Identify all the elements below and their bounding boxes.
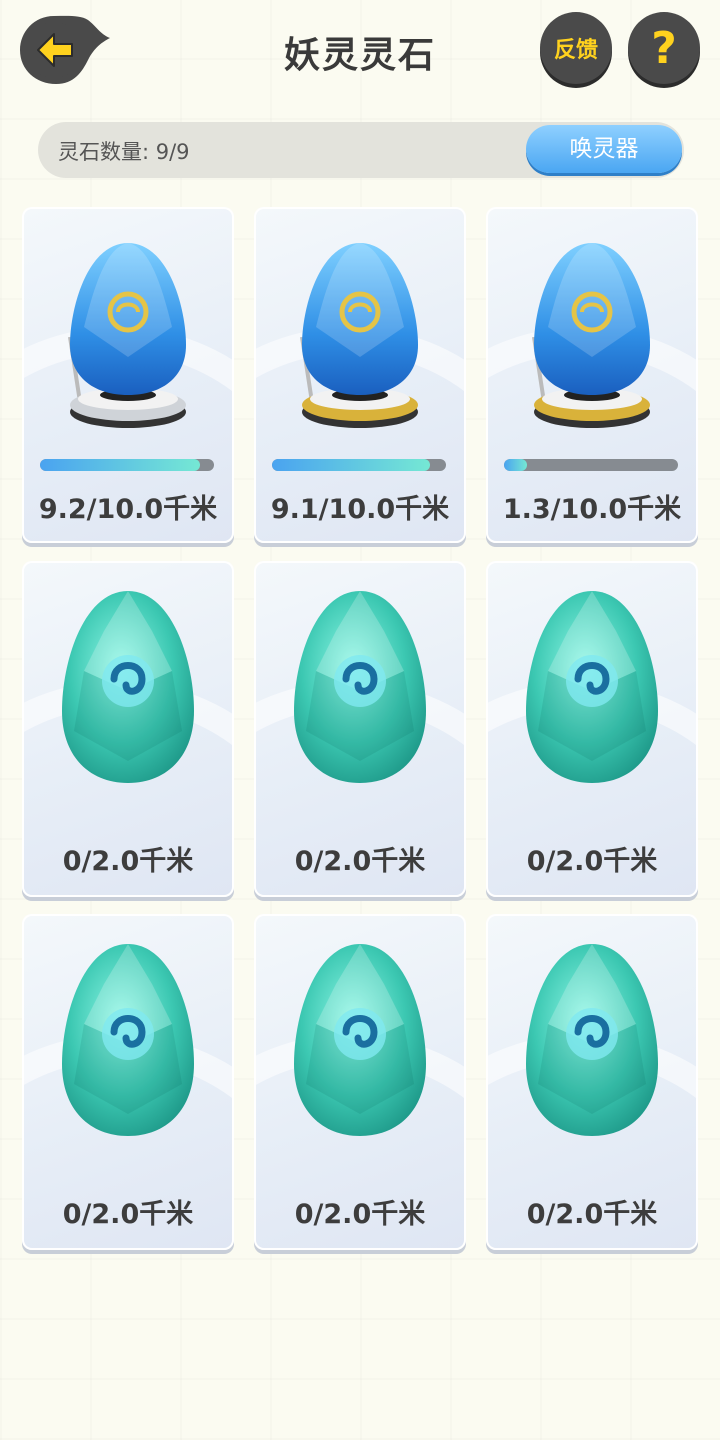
- egg-card[interactable]: 0/2.0千米: [22, 561, 234, 897]
- spirit-stone-icon: [294, 944, 426, 1136]
- incubator-egg-icon: [532, 243, 650, 428]
- egg-card[interactable]: 0/2.0千米: [254, 561, 466, 897]
- spirit-stone-icon: [62, 944, 194, 1136]
- egg-image: [254, 207, 466, 447]
- egg-card[interactable]: 9.2/10.0千米: [22, 207, 234, 543]
- egg-card[interactable]: 0/2.0千米: [22, 914, 234, 1250]
- progress-bar: [272, 459, 446, 471]
- spirit-stone-icon: [526, 591, 658, 783]
- progress-fill: [504, 459, 527, 471]
- stone-count-bar: 灵石数量: 9/9 唤灵器: [38, 122, 684, 178]
- distance-label: 9.1/10.0千米: [270, 494, 450, 525]
- summon-button[interactable]: 唤灵器: [526, 125, 682, 173]
- progress-fill: [40, 459, 201, 471]
- progress-bar: [40, 459, 214, 471]
- egg-card[interactable]: 1.3/10.0千米: [486, 207, 698, 543]
- egg-image: [22, 561, 234, 801]
- incubator-egg-icon: [68, 243, 186, 428]
- egg-image: [254, 561, 466, 801]
- egg-image: [254, 914, 466, 1154]
- header: 妖灵灵石 反馈 ?: [0, 0, 720, 100]
- distance-label: 0/2.0千米: [62, 846, 194, 877]
- help-button[interactable]: ?: [628, 12, 700, 84]
- distance-label: 1.3/10.0千米: [502, 494, 682, 525]
- page-title: 妖灵灵石: [283, 35, 436, 76]
- egg-card[interactable]: 0/2.0千米: [486, 914, 698, 1250]
- distance-label: 9.2/10.0千米: [38, 494, 218, 525]
- distance-label: 0/2.0千米: [526, 1199, 658, 1230]
- egg-image: [486, 914, 698, 1154]
- spirit-stone-icon: [294, 591, 426, 783]
- incubator-egg-icon: [300, 243, 418, 428]
- egg-image: [22, 207, 234, 447]
- feedback-button[interactable]: 反馈: [540, 12, 612, 84]
- egg-card[interactable]: 0/2.0千米: [254, 914, 466, 1250]
- progress-fill: [272, 459, 431, 471]
- stone-count-label: 灵石数量: 9/9: [58, 140, 190, 164]
- spirit-stone-icon: [526, 944, 658, 1136]
- spirit-stone-icon: [62, 591, 194, 783]
- egg-image: [486, 207, 698, 447]
- distance-label: 0/2.0千米: [62, 1199, 194, 1230]
- progress-bar: [504, 459, 678, 471]
- distance-label: 0/2.0千米: [526, 846, 658, 877]
- distance-label: 0/2.0千米: [294, 846, 426, 877]
- distance-label: 0/2.0千米: [294, 1199, 426, 1230]
- egg-card[interactable]: 0/2.0千米: [486, 561, 698, 897]
- egg-image: [486, 561, 698, 801]
- egg-card[interactable]: 9.1/10.0千米: [254, 207, 466, 543]
- egg-image: [22, 914, 234, 1154]
